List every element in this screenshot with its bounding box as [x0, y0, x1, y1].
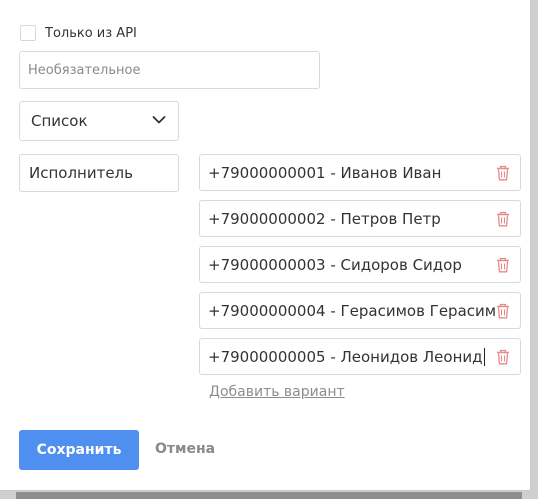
field-name-value: Исполнитель — [29, 164, 133, 182]
description-input[interactable] — [19, 51, 320, 89]
option-text: +79000000005 - Леонидов Леонид — [208, 347, 483, 366]
cancel-button[interactable]: Отмена — [155, 441, 215, 457]
option-item[interactable]: +79000000003 - Сидоров Сидор — [199, 246, 521, 283]
save-button[interactable]: Сохранить — [19, 430, 139, 470]
api-only-checkbox[interactable] — [20, 25, 36, 41]
add-option-link[interactable]: Добавить вариант — [209, 384, 345, 400]
trash-icon[interactable] — [496, 303, 510, 319]
field-settings-dialog: Только из API Список Исполнитель +790000… — [0, 0, 531, 491]
option-text: +79000000002 - Петров Петр — [208, 209, 441, 228]
trash-icon[interactable] — [496, 211, 510, 227]
field-name-input[interactable]: Исполнитель — [19, 154, 179, 192]
option-text: +79000000003 - Сидоров Сидор — [208, 255, 462, 274]
api-only-checkbox-row[interactable]: Только из API — [20, 25, 137, 41]
options-list: +79000000001 - Иванов Иван +79000000002 … — [199, 154, 521, 384]
trash-icon[interactable] — [496, 165, 510, 181]
option-item[interactable]: +79000000004 - Герасимов Герасим — [199, 292, 521, 329]
chevron-down-icon — [152, 116, 166, 124]
text-caret — [483, 347, 485, 366]
trash-icon[interactable] — [496, 349, 510, 365]
trash-icon[interactable] — [496, 257, 510, 273]
option-item[interactable]: +79000000002 - Петров Петр — [199, 200, 521, 237]
underlying-panel-edge — [16, 492, 522, 499]
option-item-active[interactable]: +79000000005 - Леонидов Леонид — [199, 338, 521, 375]
option-item[interactable]: +79000000001 - Иванов Иван — [199, 154, 521, 191]
option-text: +79000000001 - Иванов Иван — [208, 163, 442, 182]
api-only-label: Только из API — [45, 25, 137, 41]
field-type-select[interactable]: Список — [19, 101, 179, 141]
option-text: +79000000004 - Герасимов Герасим — [208, 301, 497, 320]
field-type-value: Список — [31, 112, 88, 130]
